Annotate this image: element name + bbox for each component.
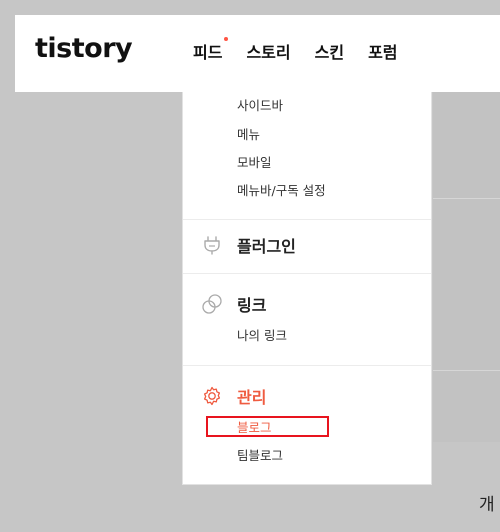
menu-section-link[interactable]: 링크 [201, 292, 266, 316]
gear-icon [203, 386, 221, 406]
link-icon [202, 294, 222, 314]
menu-section-manage[interactable]: 관리 [201, 384, 266, 408]
menu-divider [183, 273, 431, 274]
menu-item-my-links[interactable]: 나의 링크 [237, 325, 287, 344]
menu-divider [183, 219, 431, 220]
manage-title: 관리 [237, 388, 267, 407]
main-nav: 피드 스토리 스킨 포럼 [193, 37, 398, 63]
top-header: tistory 피드 스토리 스킨 포럼 [15, 15, 500, 92]
content-divider [433, 198, 500, 199]
nav-skin[interactable]: 스킨 [315, 39, 344, 63]
nav-feed[interactable]: 피드 [193, 37, 229, 63]
menu-section-plugin[interactable]: 플러그인 [201, 233, 296, 257]
content-panel [433, 92, 500, 442]
menu-item-mobile[interactable]: 모바일 [237, 152, 272, 171]
menu-item-team-blog[interactable]: 팀블로그 [237, 445, 283, 464]
highlight-box [206, 416, 329, 437]
partial-text: 개 [479, 495, 495, 515]
menu-divider [183, 365, 431, 366]
nav-story[interactable]: 스토리 [246, 39, 290, 63]
nav-feed-label: 피드 [193, 43, 223, 62]
tistory-logo[interactable]: tistory [35, 33, 133, 64]
menu-item-menu[interactable]: 메뉴 [237, 124, 260, 143]
plugin-title: 플러그인 [237, 237, 296, 256]
link-title: 링크 [237, 296, 267, 315]
menu-item-sidebar[interactable]: 사이드바 [237, 95, 283, 114]
notification-dot [224, 37, 229, 41]
menu-item-menubar-subscribe[interactable]: 메뉴바/구독 설정 [237, 180, 326, 199]
plug-icon [204, 236, 220, 255]
content-divider [433, 370, 500, 371]
nav-forum[interactable]: 포럼 [368, 39, 397, 63]
